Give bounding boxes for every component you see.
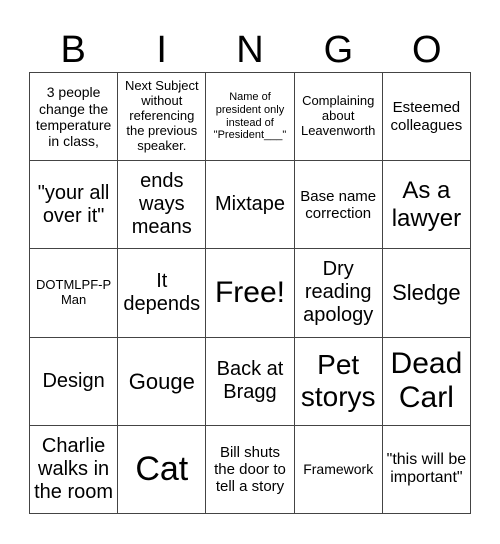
bingo-cell[interactable]: Dead Carl (382, 337, 471, 426)
bingo-cell[interactable]: DOTMLPF-P Man (30, 249, 119, 338)
bingo-cell[interactable]: Dry reading apology (294, 249, 383, 338)
bingo-cell[interactable]: ends ways means (118, 161, 207, 250)
bingo-cell[interactable]: Bill shuts the door to tell a story (206, 425, 295, 514)
bingo-cell[interactable]: Cat (118, 425, 207, 514)
bingo-cell[interactable]: Name of president only instead of "Presi… (206, 73, 295, 162)
bingo-cell[interactable]: Complaining about Leavenworth (294, 73, 383, 162)
bingo-cell[interactable]: Pet storys (294, 337, 383, 426)
bingo-header: B I N G O (29, 28, 471, 72)
bingo-cell[interactable]: "this will be important" (382, 425, 471, 514)
bingo-cell[interactable]: Esteemed colleagues (382, 73, 471, 162)
bingo-cell[interactable]: 3 people change the temperature in class… (30, 73, 119, 162)
bingo-cell[interactable]: Base name correction (294, 161, 383, 250)
bingo-cell[interactable]: Charlie walks in the room (30, 425, 119, 514)
header-letter-i: I (156, 29, 167, 71)
free-space[interactable]: Free! (206, 249, 295, 338)
header-letter-n: N (236, 29, 264, 71)
bingo-cell[interactable]: Gouge (118, 337, 207, 426)
bingo-cell[interactable]: Back at Bragg (206, 337, 295, 426)
bingo-cell[interactable]: Design (30, 337, 119, 426)
header-letter-g: G (323, 29, 354, 71)
header-letter-o: O (412, 29, 442, 71)
bingo-cell[interactable]: Mixtape (206, 161, 295, 250)
bingo-grid: 3 people change the temperature in class… (29, 72, 471, 514)
bingo-cell[interactable]: Framework (294, 425, 383, 514)
bingo-cell[interactable]: As a lawyer (382, 161, 471, 250)
header-letter-b: B (60, 29, 86, 71)
bingo-cell[interactable]: Sledge (382, 249, 471, 338)
bingo-cell[interactable]: It depends (118, 249, 207, 338)
bingo-cell[interactable]: Next Subject without referencing the pre… (118, 73, 207, 162)
bingo-cell[interactable]: "your all over it" (30, 161, 119, 250)
